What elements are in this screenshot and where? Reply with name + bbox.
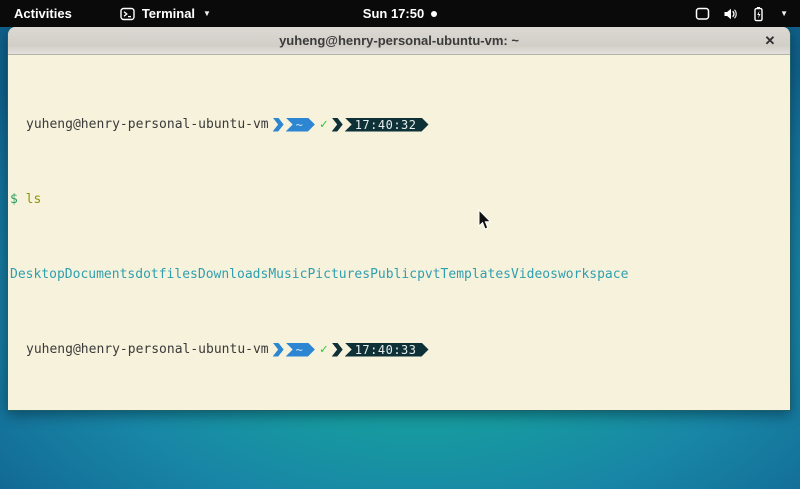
prompt-user-host: yuheng@henry-personal-ubuntu-vm [26, 342, 269, 357]
ls-output-line: Desktop Documents dotfiles Downloads Mus… [10, 267, 790, 282]
terminal-icon [120, 7, 135, 21]
terminal-screen[interactable]: yuheng@henry-personal-ubuntu-vm ~ ✓ 17:4… [8, 55, 790, 410]
directory-item: pvt [417, 267, 440, 282]
powerline-chevron-icon [273, 118, 284, 132]
volume-icon [723, 7, 738, 21]
check-icon: ✓ [320, 342, 328, 357]
battery-charging-icon [751, 6, 766, 22]
activities-button[interactable]: Activities [0, 0, 86, 27]
directory-item: Videos [511, 267, 558, 282]
prompt-time-segment: 17:40:32 [345, 118, 429, 132]
terminal-window: yuheng@henry-personal-ubuntu-vm: ~ ✕ yuh… [7, 27, 791, 411]
directory-item: workspace [558, 267, 628, 282]
prompt-line-1: yuheng@henry-personal-ubuntu-vm ~ ✓ 17:4… [10, 117, 790, 132]
system-status-menu[interactable]: ▼ [683, 0, 800, 27]
directory-item: Downloads [198, 267, 268, 282]
prompt-user-host: yuheng@henry-personal-ubuntu-vm [26, 117, 269, 132]
activities-label: Activities [14, 6, 72, 21]
mouse-pointer-icon [478, 209, 492, 236]
desktop: { "top_bar": { "activities_label": "Acti… [0, 0, 800, 489]
directory-item: dotfiles [135, 267, 198, 282]
command-line: $ ls [10, 192, 790, 207]
directory-item: Public [370, 267, 417, 282]
directory-item: Templates [441, 267, 511, 282]
check-icon: ✓ [320, 117, 328, 132]
close-button[interactable]: ✕ [760, 31, 780, 51]
top-bar: Activities Terminal ▼ Sun 17:50 [0, 0, 800, 27]
prompt-cwd-segment: ~ [286, 343, 315, 357]
prompt-symbol: $ [10, 192, 18, 207]
prompt-line-2: yuheng@henry-personal-ubuntu-vm ~ ✓ 17:4… [10, 342, 790, 357]
screen-icon [695, 6, 710, 21]
window-titlebar[interactable]: yuheng@henry-personal-ubuntu-vm: ~ ✕ [8, 27, 790, 55]
app-menu-label: Terminal [142, 6, 195, 21]
clock-button[interactable]: Sun 17:50 [363, 6, 437, 21]
typed-command: ls [26, 192, 42, 207]
directory-item: Pictures [307, 267, 370, 282]
chevron-down-icon: ▼ [780, 10, 788, 18]
clock-label: Sun 17:50 [363, 6, 424, 21]
powerline-chevron-icon [273, 343, 284, 357]
powerline-chevron-icon [332, 118, 343, 132]
app-menu-terminal[interactable]: Terminal ▼ [114, 0, 217, 27]
prompt-time-segment: 17:40:33 [345, 343, 429, 357]
window-title: yuheng@henry-personal-ubuntu-vm: ~ [279, 33, 519, 48]
directory-item: Music [268, 267, 307, 282]
directory-item: Documents [65, 267, 135, 282]
chevron-down-icon: ▼ [203, 10, 211, 18]
powerline-chevron-icon [332, 343, 343, 357]
directory-item: Desktop [10, 267, 65, 282]
notification-dot-icon [431, 11, 437, 17]
prompt-cwd-segment: ~ [286, 118, 315, 132]
